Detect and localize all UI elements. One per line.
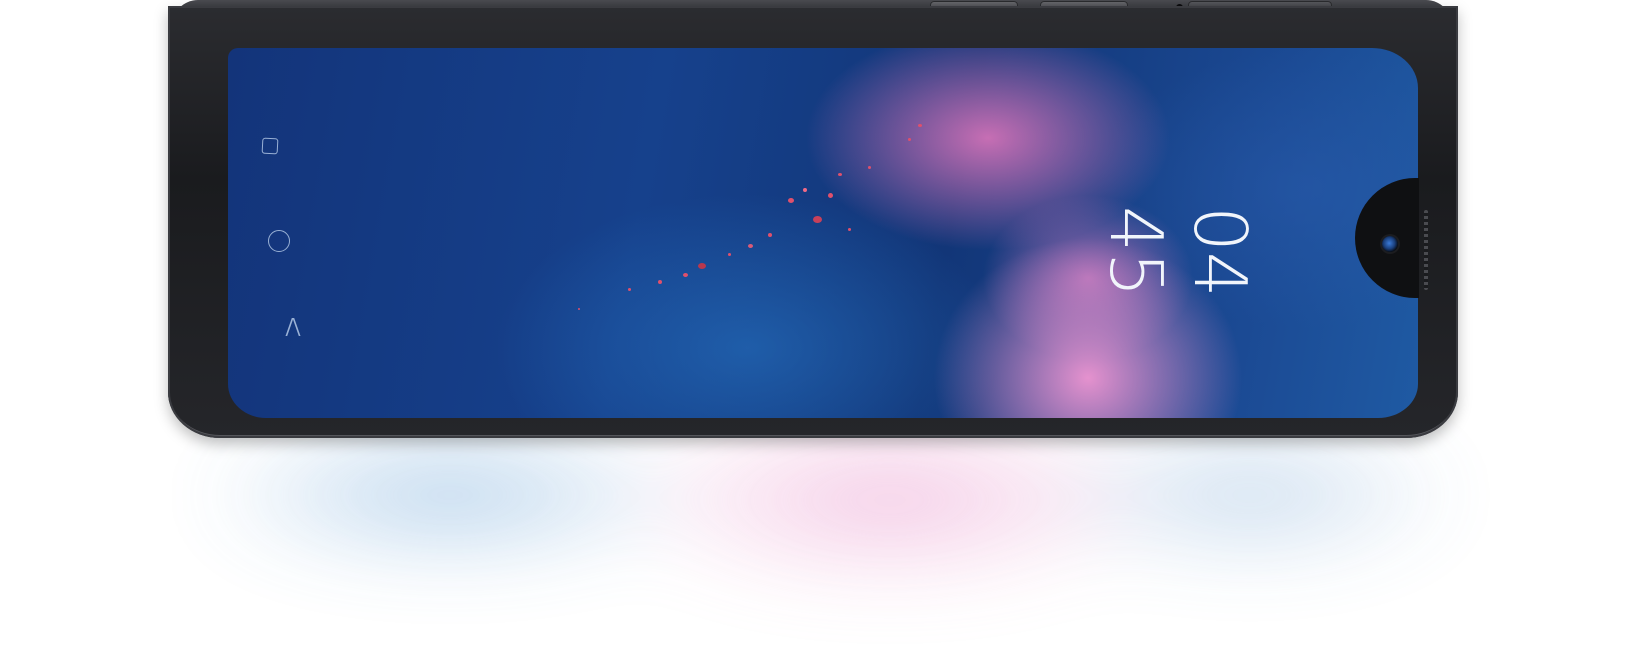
dust-particle xyxy=(698,263,706,269)
dust-particle xyxy=(768,233,772,237)
dust-particle xyxy=(803,188,807,192)
front-camera-lens xyxy=(1382,236,1398,252)
reflection-blue-left xyxy=(190,420,710,570)
dust-particle xyxy=(683,273,688,277)
dust-particle xyxy=(628,288,631,291)
dust-particle xyxy=(868,166,871,169)
dust-particle xyxy=(828,193,833,198)
dust-particle xyxy=(848,228,851,231)
dust-particle xyxy=(918,124,922,127)
recents-square-icon[interactable] xyxy=(261,137,279,155)
dust-particle xyxy=(788,198,794,203)
dust-particle xyxy=(658,280,662,284)
clock-minutes: 45 xyxy=(1094,206,1178,298)
dust-particle xyxy=(838,173,842,176)
reflection-blue-right xyxy=(1030,420,1470,570)
dust-particle xyxy=(813,216,822,223)
dust-particle xyxy=(908,138,911,141)
dust-particle xyxy=(578,308,580,310)
dust-particle xyxy=(728,253,731,256)
clock-hours: 04 xyxy=(1178,206,1262,298)
product-scene: 04 45 xyxy=(0,0,1649,645)
home-circle-icon[interactable] xyxy=(268,230,290,252)
back-triangle-icon[interactable] xyxy=(280,318,306,336)
speaker-grille xyxy=(1424,210,1428,290)
dust-particle xyxy=(748,244,753,248)
back-triangle-svg xyxy=(285,318,301,336)
